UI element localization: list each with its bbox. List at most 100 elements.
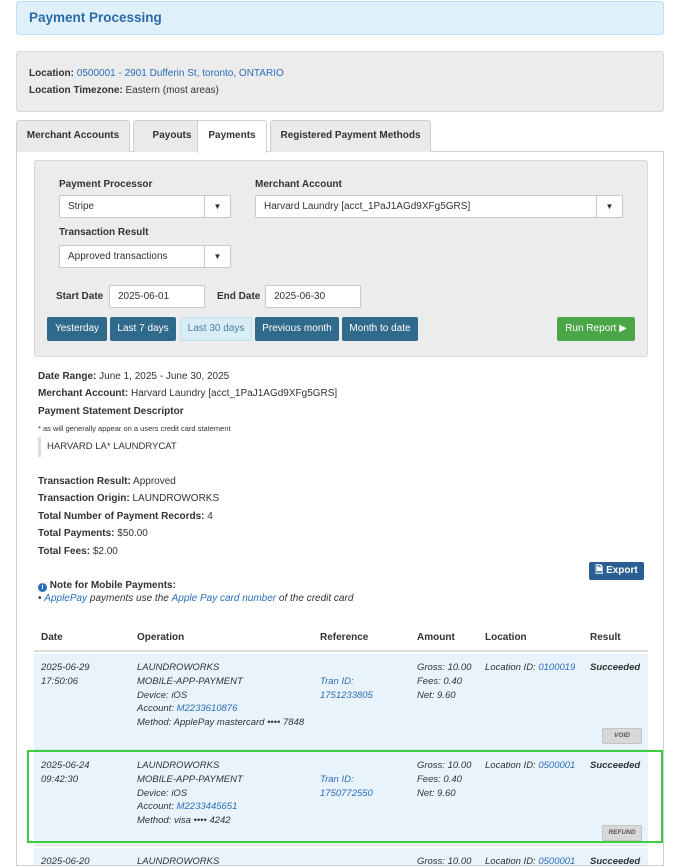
location-panel: Location: 0500001 - 2901 Dufferin St, to… bbox=[16, 51, 664, 112]
row-date-time: 17:50:06 bbox=[41, 675, 78, 687]
row-op-account: Account: M2233445651 bbox=[137, 800, 243, 814]
row-result: Succeeded bbox=[590, 760, 641, 771]
payments-line: Total Payments: $50.00 bbox=[38, 528, 148, 539]
result-summary-label: Transaction Result: bbox=[38, 476, 131, 487]
row-location: Location ID: 0500001 bbox=[485, 759, 575, 773]
row-op-device: Device: iOS bbox=[137, 787, 188, 799]
mobile-note-line: • ApplePay payments use the Apple Pay ca… bbox=[38, 593, 353, 604]
processor-select[interactable]: Stripe ▼ bbox=[59, 195, 231, 218]
page-title: Payment Processing bbox=[29, 10, 162, 25]
row-result: Succeeded bbox=[590, 856, 641, 866]
start-date-input[interactable]: 2025-06-01 bbox=[109, 285, 205, 308]
origin-label: Transaction Origin: bbox=[38, 493, 130, 504]
result-select[interactable]: Approved transactions ▼ bbox=[59, 245, 231, 268]
result-value: Approved transactions bbox=[68, 251, 168, 262]
timezone-label: Location Timezone: bbox=[29, 85, 123, 96]
applepay-link[interactable]: ApplePay bbox=[44, 593, 87, 604]
descriptor-heading: Payment Statement Descriptor bbox=[38, 406, 184, 417]
page-header: Payment Processing bbox=[16, 1, 664, 35]
row-loc-link[interactable]: 0500001 bbox=[538, 760, 575, 771]
row-loc-link[interactable]: 0100019 bbox=[538, 662, 575, 673]
row-op-device: Device: iOS bbox=[137, 689, 188, 701]
row-amount: Gross: 10.00 Fees: 0.40 Net: 9.60 bbox=[417, 759, 471, 800]
last-7-days-button[interactable]: Last 7 days bbox=[110, 317, 176, 341]
timezone-row: Location Timezone: Eastern (most areas) bbox=[29, 82, 651, 99]
refund-button[interactable]: REFUND bbox=[602, 825, 642, 841]
row-op-origin: LAUNDROWORKS bbox=[137, 856, 220, 866]
tab-merchant-accounts[interactable]: Merchant Accounts bbox=[16, 120, 130, 152]
col-operation: Operation bbox=[137, 632, 185, 643]
result-line: Transaction Result: Approved bbox=[38, 476, 176, 487]
row-reference[interactable]: Tran ID: 1750772550 bbox=[320, 773, 373, 801]
row-ref-label[interactable]: Tran ID: bbox=[320, 675, 373, 689]
month-to-date-button[interactable]: Month to date bbox=[342, 317, 418, 341]
row-date: 2025-06-24 09:42:30 bbox=[41, 759, 90, 787]
start-date-label: Start Date bbox=[56, 291, 104, 302]
row-result: Succeeded bbox=[590, 662, 641, 673]
descriptor-value: HARVARD LA* LAUNDRYCAT bbox=[38, 437, 338, 457]
row-account-label: Account: bbox=[137, 703, 174, 715]
mobile-note-mid: payments use the bbox=[89, 593, 169, 604]
merchant-select[interactable]: Harvard Laundry [acct_1PaJ1AGd9XFg5GRS] … bbox=[255, 195, 623, 218]
col-result: Result bbox=[590, 632, 621, 643]
yesterday-button[interactable]: Yesterday bbox=[47, 317, 107, 341]
chevron-down-icon: ▼ bbox=[596, 196, 622, 217]
row-account-link[interactable]: M2233610876 bbox=[177, 703, 238, 714]
tab-payments[interactable]: Payments bbox=[197, 120, 267, 153]
row-location: Location ID: 0500001 bbox=[485, 855, 575, 865]
payments-table-header: Date Operation Reference Amount Location… bbox=[34, 624, 648, 652]
row-date-time: 09:42:30 bbox=[41, 773, 78, 785]
chevron-down-icon: ▼ bbox=[204, 196, 230, 217]
location-row: Location: 0500001 - 2901 Dufferin St, to… bbox=[29, 65, 651, 82]
timezone-value: Eastern (most areas) bbox=[125, 85, 219, 96]
export-button[interactable]: 🗎 Export bbox=[589, 562, 644, 580]
payments-content: Payment Processor Stripe ▼ Merchant Acco… bbox=[16, 152, 664, 866]
row-account-link[interactable]: M2233445651 bbox=[177, 801, 238, 812]
row-op-origin: LAUNDROWORKS bbox=[137, 662, 220, 673]
payments-label: Total Payments: bbox=[38, 528, 115, 539]
row-ref-label[interactable]: Tran ID: bbox=[320, 773, 373, 787]
table-row: 2025-06-24 09:42:30 LAUNDROWORKS MOBILE-… bbox=[34, 752, 648, 846]
mobile-note-title: Note for Mobile Payments: bbox=[49, 580, 176, 591]
payments-value: $50.00 bbox=[117, 528, 148, 539]
location-link[interactable]: 0500001 - 2901 Dufferin St, toronto, ONT… bbox=[77, 68, 284, 79]
previous-month-button[interactable]: Previous month bbox=[255, 317, 339, 341]
file-icon: 🗎 bbox=[595, 565, 604, 576]
origin-value: LAUNDROWORKS bbox=[132, 493, 220, 504]
mobile-note-tail: of the credit card bbox=[278, 593, 354, 604]
row-loc-label: Location ID: bbox=[485, 760, 536, 771]
row-account-label: Account: bbox=[137, 801, 174, 813]
run-report-button[interactable]: Run Report ▶ bbox=[557, 317, 635, 341]
end-date-label: End Date bbox=[217, 291, 261, 302]
row-loc-link[interactable]: 0500001 bbox=[538, 856, 575, 865]
result-summary-value: Approved bbox=[133, 476, 176, 487]
tab-registered-payment-methods[interactable]: Registered Payment Methods bbox=[270, 120, 431, 152]
last-30-days-button[interactable]: Last 30 days bbox=[180, 317, 252, 341]
apple-pay-card-number-link[interactable]: Apple Pay card number bbox=[172, 593, 277, 604]
col-reference: Reference bbox=[320, 632, 369, 643]
origin-line: Transaction Origin: LAUNDROWORKS bbox=[38, 493, 219, 504]
location-label: Location: bbox=[29, 68, 74, 79]
processor-value: Stripe bbox=[68, 201, 95, 212]
row-net: Net: 9.60 bbox=[417, 787, 456, 799]
row-reference[interactable]: Tran ID: 1751233805 bbox=[320, 675, 373, 703]
void-button[interactable]: VOID bbox=[602, 728, 642, 744]
descriptor-note: * as will generally appear on a users cr… bbox=[38, 424, 231, 433]
fees-label: Total Fees: bbox=[38, 546, 91, 557]
count-label: Total Number of Payment Records: bbox=[38, 511, 205, 522]
row-net: Net: 9.60 bbox=[417, 689, 456, 701]
end-date-input[interactable]: 2025-06-30 bbox=[265, 285, 361, 308]
row-ref-value[interactable]: 1751233805 bbox=[320, 689, 373, 703]
row-gross: Gross: 10.00 bbox=[417, 856, 472, 866]
processor-label: Payment Processor bbox=[59, 179, 153, 190]
fees-line: Total Fees: $2.00 bbox=[38, 546, 118, 557]
count-line: Total Number of Payment Records: 4 bbox=[38, 511, 213, 522]
row-ref-value[interactable]: 1750772550 bbox=[320, 787, 373, 801]
fees-value: $2.00 bbox=[92, 546, 118, 557]
row-location: Location ID: 0100019 bbox=[485, 661, 575, 675]
play-circle-icon: ▶ bbox=[619, 323, 627, 334]
row-fees: Fees: 0.40 bbox=[417, 773, 462, 785]
row-operation: LAUNDROWORKS MOBILE-APP-PAYMENT Device: … bbox=[137, 661, 304, 730]
row-op-type: MOBILE-APP-PAYMENT bbox=[137, 675, 243, 687]
merchant-line: Merchant Account: Harvard Laundry [acct_… bbox=[38, 388, 337, 399]
